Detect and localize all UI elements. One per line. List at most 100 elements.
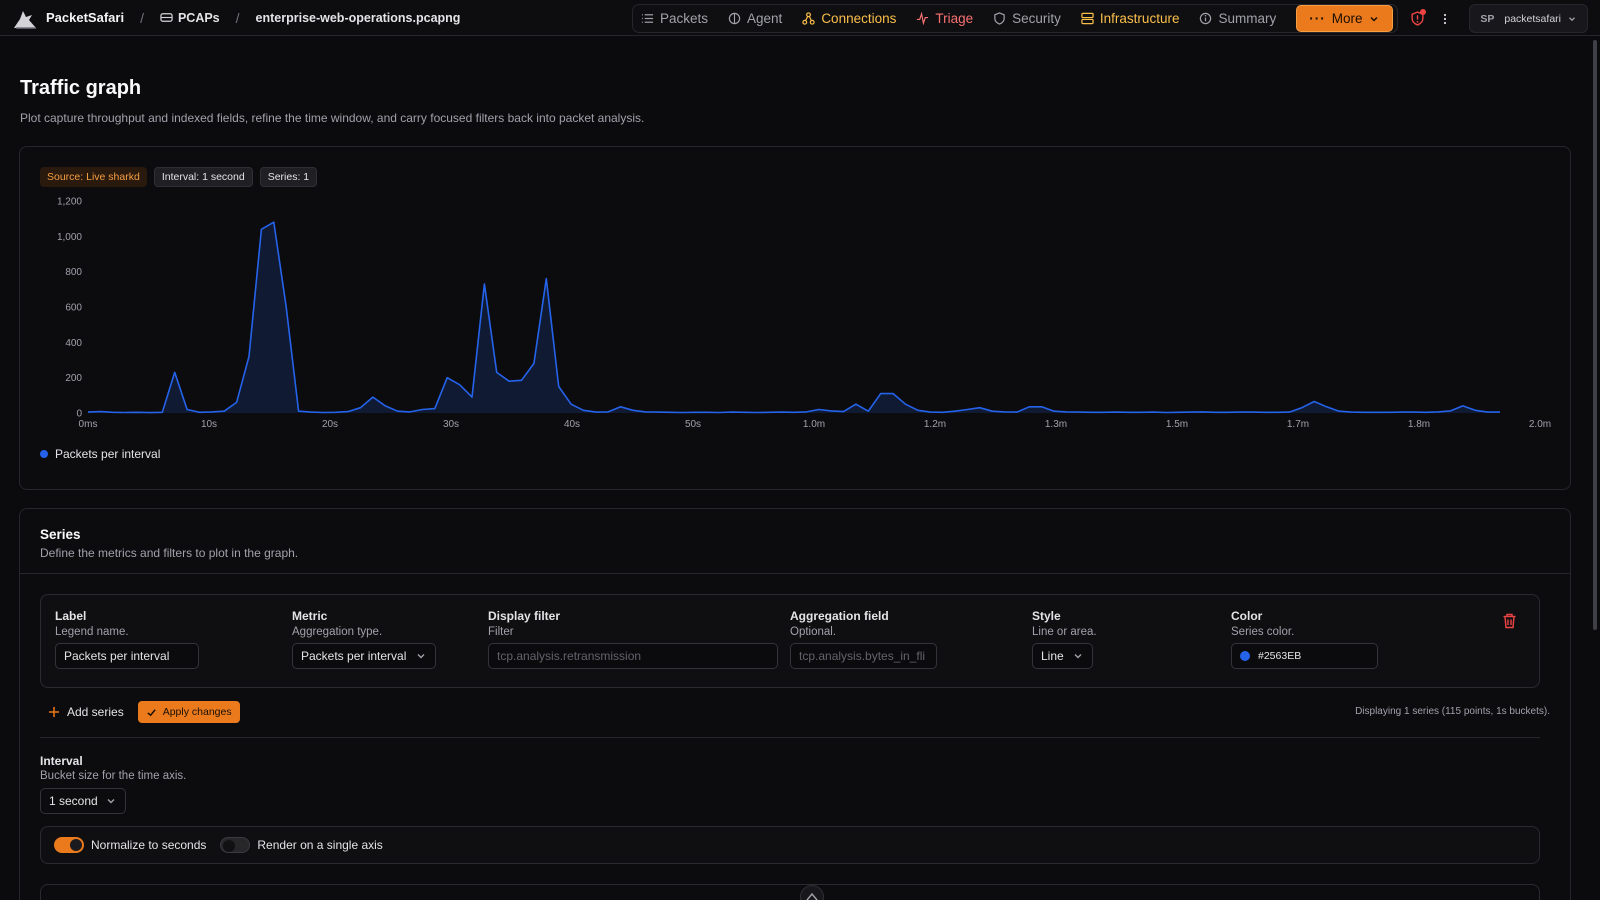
x-tick-label: 30s [443,419,459,430]
notification-dot [1420,8,1427,15]
nav-packets[interactable]: Packets [641,11,708,26]
trash-icon[interactable] [1502,613,1517,629]
data-point [1016,411,1018,413]
data-point [1090,411,1092,413]
data-point [347,410,349,412]
data-point [260,228,262,230]
breadcrumb-separator: / [140,9,144,26]
legend-label: Packets per interval [55,447,161,461]
data-point [644,411,646,413]
source-badge: Source: Live sharkd [40,167,147,187]
app-name: PacketSafari [46,10,125,25]
color-field: Color Series color. #2563EB [1231,609,1378,669]
data-point [1425,411,1427,413]
page-scrollbar[interactable] [1590,36,1600,900]
apply-changes-button[interactable]: Apply changes [137,701,240,723]
page-subtitle: Plot capture throughput and indexed fiel… [20,111,645,125]
data-point [273,221,275,223]
data-point [1338,410,1340,412]
series-count-badge: Series: 1 [259,167,318,187]
metric-select[interactable]: Packets per interval [292,643,436,669]
chart-legend[interactable]: Packets per interval [40,447,160,461]
chevron-down-icon [107,799,115,804]
data-point [1288,411,1290,413]
style-field-hint: Line or area. [1032,626,1097,638]
color-swatch [1240,651,1250,661]
shield-icon [994,12,1005,25]
y-tick-label: 0 [76,409,82,420]
data-point [1375,411,1377,413]
x-tick-label: 1.5m [1166,419,1188,430]
nav-triage-label: Triage [935,11,974,26]
style-select[interactable]: Line [1032,643,1093,669]
toggle-knob [223,840,236,852]
toggle-knob [70,839,82,851]
data-point [446,377,448,379]
data-point [335,411,337,413]
nav-triage[interactable]: Triage [916,11,973,26]
label-field-hint: Legend name. [55,626,129,638]
apply-changes-label: Apply changes [162,706,232,718]
label-input[interactable]: Packets per interval [55,643,199,669]
data-point [756,411,758,413]
display-filter-input[interactable]: tcp.analysis.retransmission [488,643,778,669]
nav-connections[interactable]: Connections [802,11,896,26]
server-icon [1081,12,1094,25]
style-field: Style Line or area. Line [1032,609,1097,669]
data-point [941,411,943,413]
data-point [1041,406,1043,408]
data-point [706,411,708,413]
data-point [1053,410,1055,412]
style-field-title: Style [1032,609,1061,623]
aggregation-input[interactable]: tcp.analysis.bytes_in_fli [790,643,937,669]
data-point [1152,411,1154,413]
connections-icon [802,12,815,25]
breadcrumb-file[interactable]: enterprise-web-operations.pcapng [256,11,461,25]
scrollbar-thumb[interactable] [1593,40,1597,630]
y-tick-label: 400 [65,338,82,349]
chevron-up-icon [806,892,818,900]
data-point [991,410,993,412]
divider [20,573,1570,574]
traffic-chart[interactable]: 0 200 400 600 800 1,000 1,200 0ms 10s 20s 30s 40s 50… [20,193,1570,443]
alerts-button[interactable] [1403,5,1431,33]
data-point [198,411,200,413]
data-point [1003,411,1005,413]
nav-summary[interactable]: Summary [1199,11,1276,26]
data-point [607,411,609,413]
chart-badges: Source: Live sharkd Interval: 1 second S… [40,167,324,187]
single-axis-toggle[interactable] [220,837,251,853]
nav-agent[interactable]: Agent [728,11,782,26]
user-menu[interactable]: SP packetsafari [1469,4,1588,33]
nav-infrastructure[interactable]: Infrastructure [1081,11,1179,26]
nav-security-label: Security [1012,11,1061,26]
data-point [1387,411,1389,413]
brand[interactable]: PacketSafari [12,5,124,31]
more-dots-icon: ··· [1309,11,1326,26]
options-row: Normalize to seconds Render on a single … [40,826,1540,864]
add-series-button[interactable]: Add series [48,705,124,719]
data-point [880,392,882,394]
series-summary: Displaying 1 series (115 points, 1s buck… [1355,706,1550,717]
display-filter-hint: Filter [488,626,514,638]
normalize-toggle[interactable] [54,837,84,853]
data-point [818,408,820,410]
series-section-title: Series [40,527,81,542]
divider [40,737,1540,738]
kebab-menu-button[interactable] [1431,5,1459,33]
data-point [223,410,225,412]
more-button-label: More [1331,11,1363,26]
data-point [1164,411,1166,413]
color-input[interactable]: #2563EB [1231,643,1378,669]
color-field-hint: Series color. [1231,626,1295,638]
data-point [458,384,460,386]
data-point [545,278,547,280]
more-button[interactable]: ··· More [1296,5,1394,32]
data-point [867,410,869,412]
breadcrumb-pcaps[interactable]: PCAPs [160,11,220,25]
data-point [1028,406,1030,408]
data-point [1239,411,1241,413]
data-point [1251,411,1253,413]
nav-security[interactable]: Security [993,11,1061,26]
interval-select[interactable]: 1 second [40,788,126,814]
